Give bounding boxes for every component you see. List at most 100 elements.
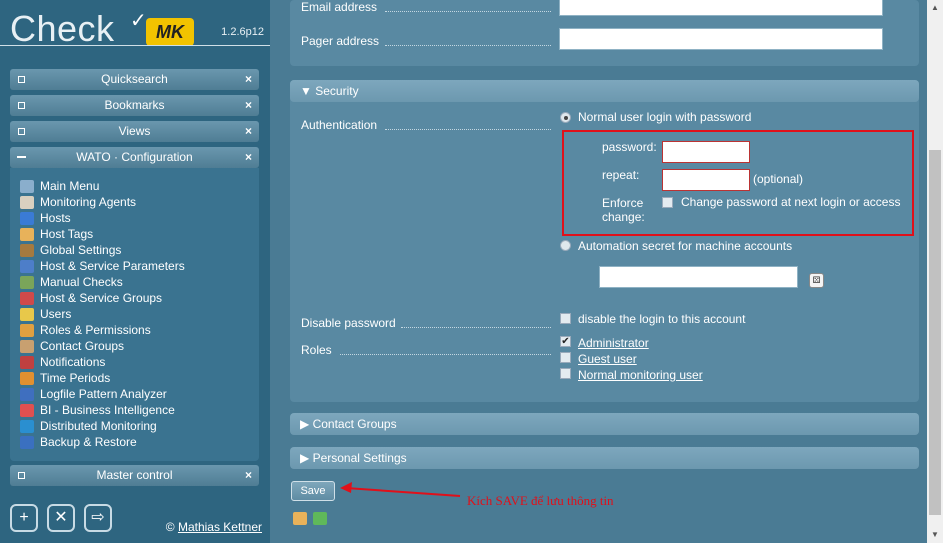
auth-automation-radio[interactable]: [560, 240, 571, 251]
wato-item-host-service-groups[interactable]: Host & Service Groups: [20, 290, 162, 306]
password-label: password:: [602, 140, 657, 154]
wato-item-contact-groups[interactable]: Contact Groups: [20, 338, 124, 354]
wato-item-notifications[interactable]: Notifications: [20, 354, 105, 370]
dotted-leader: [385, 45, 551, 46]
scrollbar-thumb[interactable]: [929, 150, 941, 515]
snapin-quicksearch[interactable]: Quicksearch ×: [10, 69, 259, 90]
save-button[interactable]: Save: [291, 481, 335, 501]
minimize-icon[interactable]: [18, 128, 25, 135]
role-administrator-link[interactable]: Administrator: [578, 336, 649, 350]
wato-menu: Main Menu Monitoring Agents Hosts Host T…: [10, 168, 259, 461]
bi-icon: [20, 403, 34, 417]
automation-secret-input[interactable]: [599, 266, 798, 288]
close-icon[interactable]: ×: [245, 121, 252, 141]
wato-item-bi[interactable]: BI - Business Intelligence: [20, 402, 175, 418]
wato-item-host-tags[interactable]: Host Tags: [20, 226, 93, 242]
wato-item-backup-restore[interactable]: Backup & Restore: [20, 434, 137, 450]
scroll-up-icon[interactable]: ▲: [927, 0, 943, 16]
snapin-wato[interactable]: WATO · Configuration ×: [10, 147, 259, 168]
scroll-down-icon[interactable]: ▼: [927, 527, 943, 543]
minimize-icon[interactable]: [18, 472, 25, 479]
repeat-password-input[interactable]: [662, 169, 750, 191]
enforce-change-checkbox[interactable]: [662, 197, 673, 208]
security-header[interactable]: ▼ Security: [290, 80, 919, 102]
auth-password-label: Normal user login with password: [578, 110, 752, 124]
close-icon[interactable]: ×: [245, 69, 252, 89]
rulesets-icon: [20, 259, 34, 273]
contact-groups-icon: [20, 339, 34, 353]
wato-item-global-settings[interactable]: Global Settings: [20, 242, 121, 258]
close-icon[interactable]: ×: [245, 147, 252, 167]
minimize-icon[interactable]: [17, 156, 26, 158]
annotation-arrow: [340, 482, 461, 497]
wato-item-time-periods[interactable]: Time Periods: [20, 370, 110, 386]
wato-item-roles-permissions[interactable]: Roles & Permissions: [20, 322, 151, 338]
wato-item-hosts[interactable]: Hosts: [20, 210, 71, 226]
enforce-change-text: Change password at next login or access: [681, 195, 901, 209]
optional-hint: (optional): [753, 172, 804, 186]
auth-password-radio[interactable]: [560, 112, 571, 123]
minimize-icon[interactable]: [18, 76, 25, 83]
scrollbar[interactable]: ▲ ▼: [927, 0, 943, 543]
roles-icon: [20, 323, 34, 337]
email-label: Email address: [301, 0, 378, 14]
logo[interactable]: Check ✓ MK 1.2.6p12: [0, 0, 270, 60]
version-label: 1.2.6p12: [221, 26, 264, 38]
sidebar: Check ✓ MK 1.2.6p12 Quicksearch × Bookma…: [0, 0, 270, 543]
triangle-down-icon: ▼: [300, 84, 316, 98]
snapin-bookmarks[interactable]: Bookmarks ×: [10, 95, 259, 116]
close-icon[interactable]: ×: [245, 95, 252, 115]
pager-input[interactable]: [559, 28, 883, 50]
new-icon[interactable]: [293, 512, 307, 525]
disable-login-checkbox[interactable]: [560, 313, 571, 324]
authentication-label: Authentication: [301, 118, 378, 132]
password-input[interactable]: [662, 141, 750, 163]
personal-settings-header[interactable]: ▶ Personal Settings: [290, 447, 919, 469]
wato-item-logfile-pattern-analyzer[interactable]: Logfile Pattern Analyzer: [20, 386, 167, 402]
repeat-label: repeat:: [602, 168, 640, 182]
snapin-master-control[interactable]: Master control ×: [10, 465, 259, 486]
wato-item-monitoring-agents[interactable]: Monitoring Agents: [20, 194, 136, 210]
home-icon: [20, 179, 34, 193]
agent-icon: [20, 195, 34, 209]
backup-icon: [20, 435, 34, 449]
minimize-icon[interactable]: [18, 102, 25, 109]
tools-icon[interactable]: ✕: [47, 504, 75, 532]
email-input[interactable]: [559, 0, 883, 16]
checkmark-icon: ✓: [130, 10, 147, 32]
transfer-icon[interactable]: [313, 512, 327, 525]
close-icon[interactable]: ×: [245, 465, 252, 485]
dotted-leader: [385, 11, 551, 12]
clock-icon: [20, 371, 34, 385]
role-normal-user-link[interactable]: Normal monitoring user: [578, 368, 703, 382]
author-link[interactable]: © Mathias Kettner: [166, 520, 262, 534]
logo-mk: MK: [146, 18, 194, 46]
static-checks-icon: [20, 275, 34, 289]
role-normal-user-checkbox[interactable]: [560, 368, 571, 379]
snapin-views[interactable]: Views ×: [10, 121, 259, 142]
tag-icon: [20, 227, 34, 241]
main-content: Email address Pager address ▼ Security A…: [270, 0, 943, 543]
role-guest-link[interactable]: Guest user: [578, 352, 637, 366]
wato-item-main-menu[interactable]: Main Menu: [20, 178, 99, 194]
contact-groups-header[interactable]: ▶ Contact Groups: [290, 413, 919, 435]
logout-icon[interactable]: ⇨: [84, 504, 112, 532]
add-snapin-icon[interactable]: +: [10, 504, 38, 532]
enforce-label-2: change:: [602, 210, 645, 224]
notifications-icon: [20, 355, 34, 369]
wato-item-host-service-parameters[interactable]: Host & Service Parameters: [20, 258, 185, 274]
pager-label: Pager address: [301, 34, 380, 48]
wato-item-manual-checks[interactable]: Manual Checks: [20, 274, 123, 290]
wato-item-users[interactable]: Users: [20, 306, 71, 322]
wato-item-distributed-monitoring[interactable]: Distributed Monitoring: [20, 418, 157, 434]
folder-icon: [20, 211, 34, 225]
snapin-title: WATO · Configuration: [76, 150, 193, 164]
snapin-title: Bookmarks: [104, 98, 165, 112]
role-guest-checkbox[interactable]: [560, 352, 571, 363]
role-administrator-checkbox[interactable]: ✔: [560, 336, 571, 347]
enforce-label-1: Enforce: [602, 196, 644, 210]
dice-icon[interactable]: ⚄: [809, 273, 824, 288]
annotation-text: Kích SAVE để lưu thông tin: [467, 493, 614, 508]
auth-automation-label: Automation secret for machine accounts: [578, 239, 793, 253]
sites-icon: [20, 419, 34, 433]
